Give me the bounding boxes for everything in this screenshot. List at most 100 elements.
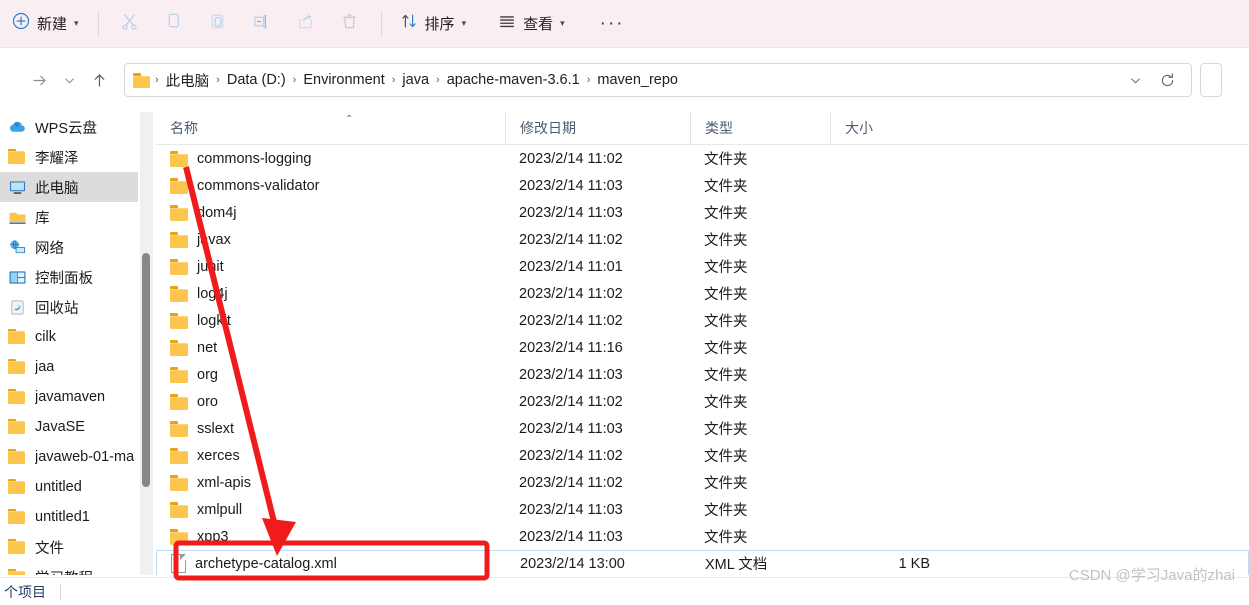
sidebar-item-network[interactable]: 网络 [0,232,138,262]
table-row[interactable]: junit 2023/2/14 11:01 文件夹 [156,253,1249,280]
file-name-label: sslext [197,420,235,437]
column-header-label: 修改日期 [520,120,576,136]
forward-button[interactable] [24,65,54,95]
recent-locations-button[interactable] [54,65,84,95]
file-name-label: dom4j [197,204,237,221]
sidebar-item-files[interactable]: 文件 [0,532,138,562]
file-list-pane: 名称 ⌃ 修改日期 类型 大小 commons-logging 2023/2/14… [156,112,1249,575]
more-options-button[interactable]: ··· [590,13,635,35]
view-button[interactable]: 查看 ▾ [489,7,574,40]
column-header-date[interactable]: 修改日期 [505,112,690,145]
sidebar-item-libraries[interactable]: 库 [0,202,138,232]
breadcrumb-item-3[interactable]: java [400,70,431,90]
copy-button[interactable] [152,7,196,41]
delete-button[interactable] [328,7,372,41]
table-row[interactable]: logkit 2023/2/14 11:02 文件夹 [156,307,1249,334]
file-name-label: commons-logging [197,150,312,167]
table-row[interactable]: oro 2023/2/14 11:02 文件夹 [156,388,1249,415]
table-row[interactable]: log4j 2023/2/14 11:02 文件夹 [156,280,1249,307]
control-panel-icon [8,269,27,286]
status-bar: 个项目 [0,577,1249,605]
breadcrumb-item-1[interactable]: Data (D:) [225,70,288,90]
table-row[interactable]: net 2023/2/14 11:16 文件夹 [156,334,1249,361]
table-row[interactable]: org 2023/2/14 11:03 文件夹 [156,361,1249,388]
recycle-bin-icon [8,299,27,316]
sort-ascending-icon: ⌃ [345,113,354,125]
file-type-cell: 文件夹 [704,179,748,195]
sidebar-item-untitled1[interactable]: untitled1 [0,502,138,532]
folder-icon [170,286,188,302]
sidebar-item-recycle-bin[interactable]: 回收站 [0,292,138,322]
sort-button[interactable]: 排序 ▾ [391,7,476,40]
file-name-label: logkit [197,312,231,329]
folder-icon [170,502,188,518]
navigation-pane[interactable]: WPS云盘 李耀泽 此电脑 库 网络 控制面板 回收站 cilk jaa jav… [0,112,138,575]
table-row[interactable]: dom4j 2023/2/14 11:03 文件夹 [156,199,1249,226]
sidebar-item-javase[interactable]: JavaSE [0,412,138,442]
sidebar-item-label: 控制面板 [35,270,93,287]
up-button[interactable] [84,65,114,95]
sidebar-item-control-panel[interactable]: 控制面板 [0,262,138,292]
sidebar-item-label: 文件 [35,540,64,557]
sidebar-item-label: WPS云盘 [35,120,98,137]
sidebar-item-jaa[interactable]: jaa [0,352,138,382]
breadcrumb: › 此电脑 › Data (D:) › Environment › java ›… [150,68,680,93]
file-name-cell: dom4j [156,205,505,221]
sidebar-item-javaweb[interactable]: javaweb-01-ma [0,442,138,472]
folder-icon [170,232,188,248]
table-row[interactable]: xmlpull 2023/2/14 11:03 文件夹 [156,496,1249,523]
history-dropdown-button[interactable] [1119,64,1151,96]
search-input[interactable] [1200,63,1222,97]
folder-icon [170,151,188,167]
table-row[interactable]: javax 2023/2/14 11:02 文件夹 [156,226,1249,253]
command-toolbar: 新建 ▾ 排序 ▾ 查看 ▾ ··· [0,0,1249,48]
file-date-cell: 2023/2/14 11:02 [519,312,623,329]
new-button[interactable]: 新建 ▾ [6,8,89,39]
breadcrumb-item-5[interactable]: maven_repo [595,70,680,90]
breadcrumb-item-4[interactable]: apache-maven-3.6.1 [445,70,582,90]
table-row[interactable]: xerces 2023/2/14 11:02 文件夹 [156,442,1249,469]
folder-icon [170,448,188,464]
sidebar-item-javamaven[interactable]: javamaven [0,382,138,412]
sidebar-item-cilk[interactable]: cilk [0,322,138,352]
sidebar-item-user-folder[interactable]: 李耀泽 [0,142,138,172]
table-row[interactable]: xml-apis 2023/2/14 11:02 文件夹 [156,469,1249,496]
rename-button[interactable] [240,7,284,41]
file-date-cell: 2023/2/14 11:02 [519,474,623,491]
table-row[interactable]: sslext 2023/2/14 11:03 文件夹 [156,415,1249,442]
sidebar-item-label: 李耀泽 [35,150,79,167]
cut-button[interactable] [108,7,152,41]
file-size-cell: 1 KB [898,555,930,572]
sidebar-item-label: untitled1 [35,509,90,525]
breadcrumb-item-2[interactable]: Environment [301,70,386,90]
folder-icon [170,421,188,437]
sidebar-item-tutorials[interactable]: 学习教程 [0,562,138,575]
column-header-size[interactable]: 大小 [830,112,937,145]
share-button[interactable] [284,7,328,41]
table-row[interactable]: xpp3 2023/2/14 11:03 文件夹 [156,523,1249,550]
sidebar-item-this-pc[interactable]: 此电脑 [0,172,138,202]
column-header-name[interactable]: 名称 ⌃ [156,112,505,145]
file-date-cell: 2023/2/14 11:03 [519,501,623,518]
table-row[interactable]: commons-validator 2023/2/14 11:03 文件夹 [156,172,1249,199]
column-header-type[interactable]: 类型 [690,112,830,145]
file-date-cell: 2023/2/14 11:02 [519,447,623,464]
sidebar-item-untitled[interactable]: untitled [0,472,138,502]
breadcrumb-bar[interactable]: › 此电脑 › Data (D:) › Environment › java ›… [124,63,1192,97]
sidebar-scrollbar-thumb[interactable] [142,253,150,487]
folder-icon [170,313,188,329]
refresh-button[interactable] [1151,64,1183,96]
paste-icon [208,12,227,36]
paste-button[interactable] [196,7,240,41]
folder-icon [8,388,27,406]
sort-arrows-icon [400,12,418,35]
file-name-cell: archetype-catalog.xml [157,554,506,573]
table-row[interactable]: commons-logging 2023/2/14 11:02 文件夹 [156,145,1249,172]
sidebar-item-wps-cloud[interactable]: WPS云盘 [0,112,138,142]
chevron-down-icon: ▾ [560,18,565,28]
file-name-cell: oro [156,394,505,410]
breadcrumb-item-0[interactable]: 此电脑 [164,68,212,93]
file-name-cell: net [156,340,505,356]
sidebar-item-label: 库 [35,210,50,227]
csdn-watermark: CSDN @学习Java的zhai [1068,567,1235,584]
